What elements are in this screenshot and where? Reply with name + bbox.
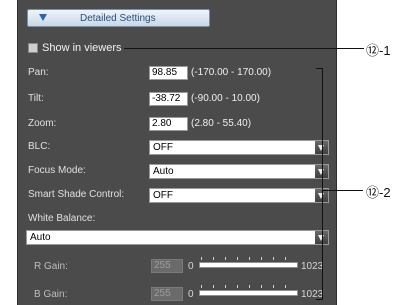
show-in-viewers-checkbox[interactable] — [28, 43, 38, 53]
white-balance-label: White Balance: — [28, 213, 96, 224]
b-gain-slider — [199, 290, 298, 296]
pan-range: (-170.00 - 170.00) — [191, 67, 272, 78]
b-gain-ticks — [201, 285, 296, 288]
focus-mode-value: Auto — [153, 166, 174, 177]
smart-shade-label: Smart Shade Control: — [28, 189, 125, 200]
blc-label: BLC: — [28, 141, 51, 152]
settings-panel: Detailed Settings Show in viewers Pan: 9… — [17, 0, 337, 305]
blc-value: OFF — [153, 142, 173, 153]
callout-line-1 — [124, 48, 364, 49]
smart-shade-value: OFF — [153, 190, 173, 201]
r-gain-label: R Gain: — [34, 261, 68, 272]
focus-mode-label: Focus Mode: — [28, 165, 86, 176]
r-gain-ticks — [201, 257, 296, 260]
blc-select[interactable]: OFF — [149, 140, 329, 155]
b-gain-min: 0 — [188, 289, 194, 300]
detailed-settings-toggle[interactable]: Detailed Settings — [27, 9, 210, 27]
white-balance-value: Auto — [30, 232, 51, 243]
b-gain-input: 255 — [151, 287, 183, 301]
pan-label: Pan: — [28, 67, 49, 78]
callout-label-1: ⑫-1 — [366, 43, 391, 58]
r-gain-slider — [199, 262, 298, 268]
triangle-down-icon — [39, 14, 47, 21]
r-gain-min: 0 — [188, 261, 194, 272]
tilt-input[interactable]: -38.72 — [149, 92, 188, 106]
r-gain-input: 255 — [151, 259, 183, 273]
focus-mode-select[interactable]: Auto — [149, 164, 329, 179]
show-in-viewers-label: Show in viewers — [42, 42, 122, 54]
pan-input[interactable]: 98.85 — [149, 66, 188, 80]
section-title: Detailed Settings — [80, 13, 156, 24]
zoom-input[interactable]: 2.80 — [149, 117, 188, 131]
callout-bracket-2 — [316, 68, 323, 300]
callout-label-2: ⑫-2 — [366, 185, 391, 200]
b-gain-label: B Gain: — [34, 289, 68, 300]
zoom-range: (2.80 - 55.40) — [191, 118, 252, 129]
tilt-label: Tilt: — [28, 93, 44, 104]
tilt-range: (-90.00 - 10.00) — [191, 93, 260, 104]
callout-line-2 — [323, 190, 363, 191]
zoom-label: Zoom: — [28, 118, 57, 129]
white-balance-select[interactable]: Auto — [26, 230, 329, 245]
smart-shade-select[interactable]: OFF — [149, 188, 329, 203]
